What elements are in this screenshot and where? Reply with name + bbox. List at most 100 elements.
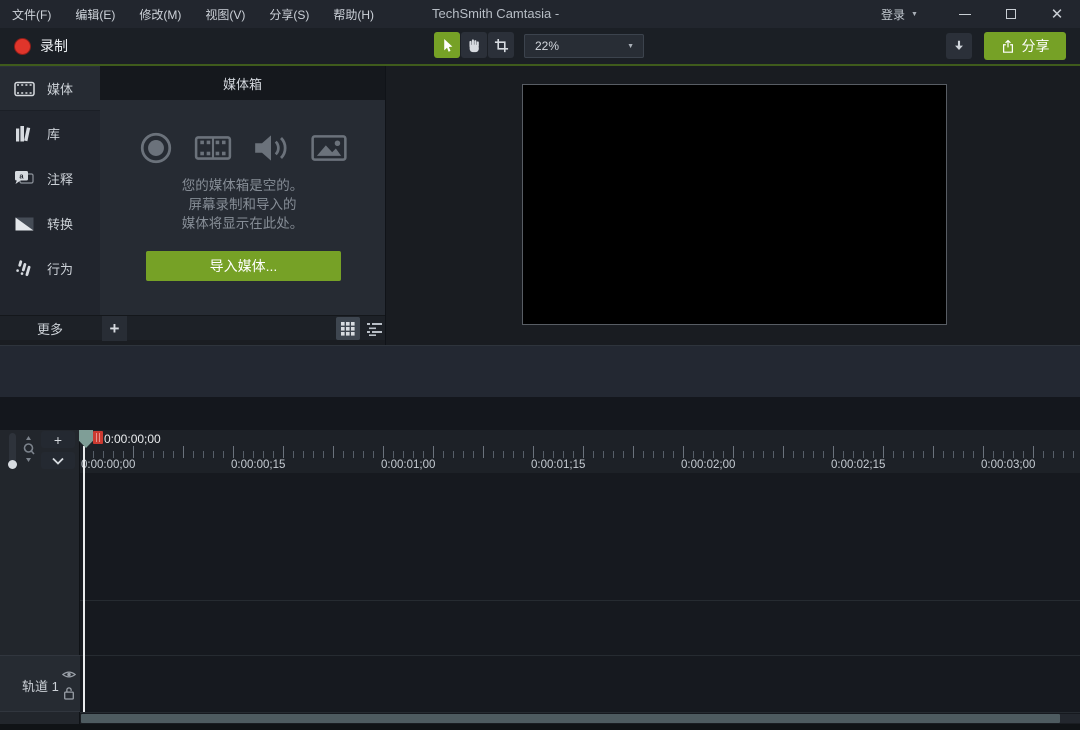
media-bin-panel: 媒体箱 您的媒体箱是空的。 屏幕录制和导入的 媒体将显示在此处。 导入媒体... <box>100 66 385 315</box>
timeline-scrollbar[interactable] <box>80 714 1080 724</box>
menu-item[interactable]: 帮助(H) <box>333 6 374 23</box>
menu-item[interactable]: 修改(M) <box>139 6 181 23</box>
sidebar-item-annotations[interactable]: a 注释 <box>0 156 100 201</box>
lock-icon[interactable] <box>63 686 75 700</box>
ruler-tick <box>393 451 394 458</box>
minimize-icon <box>959 13 971 15</box>
window-bottom-edge <box>0 724 1080 730</box>
ruler-tick <box>443 451 444 458</box>
timeline-gutter: + 轨道 1 <box>0 430 80 730</box>
ruler-tick <box>463 451 464 458</box>
ruler-tick <box>603 451 604 458</box>
ruler-tick <box>193 451 194 458</box>
media-bin-empty-message: 您的媒体箱是空的。 屏幕录制和导入的 媒体将显示在此处。 <box>100 176 385 233</box>
ruler-tick <box>253 451 254 458</box>
ruler-tick <box>293 451 294 458</box>
ruler-tick <box>783 446 784 458</box>
playhead-time-label: 0:00:00;00 <box>104 432 161 446</box>
playhead-out-handle[interactable] <box>93 431 103 444</box>
ruler-tick <box>303 451 304 458</box>
more-tools-button[interactable]: 更多 <box>0 316 100 341</box>
tools-sidebar: 媒体 库 a 注释 转换 行为 <box>0 66 100 340</box>
menu-item[interactable]: 文件(F) <box>12 6 51 23</box>
maximize-icon <box>1006 9 1016 19</box>
canvas-zoom-dropdown[interactable]: 22% ▼ <box>524 34 644 58</box>
maximize-button[interactable] <box>988 0 1034 28</box>
pan-tool-button[interactable] <box>461 32 487 58</box>
track-separator <box>80 655 1080 656</box>
track-header[interactable]: 轨道 1 <box>0 655 80 712</box>
sidebar-item-behaviors[interactable]: 行为 <box>0 246 100 291</box>
record-circle-icon <box>140 132 171 164</box>
signin-menu[interactable]: 登录 ▼ <box>881 0 918 28</box>
import-media-button[interactable]: 导入媒体... <box>146 251 341 281</box>
ruler-tick <box>343 451 344 458</box>
sidebar-item-library[interactable]: 库 <box>0 111 100 156</box>
track-separator <box>80 712 1080 713</box>
zoom-to-fit-icon[interactable] <box>21 435 36 467</box>
ruler-tick <box>833 446 834 458</box>
window-title: TechSmith Camtasia - <box>432 6 560 21</box>
sidebar-item-transitions[interactable]: 转换 <box>0 201 100 246</box>
film-frame-icon <box>13 81 35 97</box>
ruler-tick <box>753 451 754 458</box>
menu-item[interactable]: 编辑(E) <box>75 6 115 23</box>
grid-view-button[interactable] <box>336 317 360 340</box>
ruler-tick <box>653 451 654 458</box>
ruler-tick <box>683 446 684 458</box>
close-button[interactable]: ✕ <box>1034 0 1080 28</box>
record-button[interactable]: 录制 <box>8 28 74 64</box>
timeline-toolbar: ↶ ↷ ✂ − + <box>0 397 1080 430</box>
ruler-tick <box>873 451 874 458</box>
ruler-ticks <box>80 446 1080 458</box>
ruler-tick <box>163 451 164 458</box>
menu-item[interactable]: 分享(S) <box>269 6 309 23</box>
crop-tool-button[interactable] <box>488 32 514 58</box>
scrollbar-corner <box>1060 714 1080 723</box>
sidebar-item-label: 库 <box>47 127 61 142</box>
ruler-tick <box>983 446 984 458</box>
add-track-button[interactable]: + <box>41 431 75 448</box>
timeline-scrollbar-thumb[interactable] <box>81 714 1060 723</box>
ruler-tick <box>703 451 704 458</box>
share-button[interactable]: 分享 <box>984 32 1066 60</box>
eye-icon[interactable] <box>62 669 76 680</box>
video-preview[interactable] <box>522 84 947 325</box>
sidebar-item-media[interactable]: 媒体 <box>0 66 100 111</box>
ruler-tick <box>913 451 914 458</box>
ruler-tick <box>713 451 714 458</box>
ruler-tick <box>553 451 554 458</box>
menu-item[interactable]: 视图(V) <box>205 6 245 23</box>
playhead[interactable] <box>79 430 103 712</box>
ruler-tick <box>903 451 904 458</box>
share-label: 分享 <box>1021 38 1050 54</box>
list-view-button[interactable] <box>362 317 386 340</box>
chevron-down-icon <box>52 457 64 465</box>
menu-bar: 文件(F) 编辑(E) 修改(M) 视图(V) 分享(S) 帮助(H) <box>12 0 374 28</box>
download-button[interactable] <box>946 33 972 59</box>
minimize-button[interactable] <box>942 0 988 28</box>
ruler-tick <box>693 451 694 458</box>
ruler-time-label: 0:00:02;00 <box>681 459 736 471</box>
ruler-tick <box>323 451 324 458</box>
grid-view-icon <box>341 321 355 336</box>
ruler-tick <box>183 446 184 458</box>
select-tool-button[interactable] <box>434 32 460 58</box>
ruler-tick <box>633 446 634 458</box>
ruler-tick <box>1003 451 1004 458</box>
crop-icon <box>494 38 508 52</box>
ruler-tick <box>863 451 864 458</box>
track-height-slider-thumb[interactable] <box>8 460 17 469</box>
ruler-tick <box>573 451 574 458</box>
add-media-button[interactable]: + <box>102 316 127 341</box>
ruler-tick <box>173 451 174 458</box>
collapse-tracks-button[interactable] <box>41 452 75 469</box>
canvas-zoom-value: 22% <box>535 39 560 53</box>
timeline-ruler[interactable]: 0:00:00;00 0:00:00;15 0:00:01;00 0:00:01;15… <box>80 430 1080 473</box>
ruler-tick <box>1073 451 1074 458</box>
ruler-tick <box>423 451 424 458</box>
ruler-labels: 0:00:00;00 0:00:00;15 0:00:01;00 0:00:01;15… <box>80 459 1080 473</box>
ruler-tick <box>503 451 504 458</box>
ruler-time-label: 0:00:02;15 <box>831 459 886 471</box>
track-height-slider[interactable] <box>8 433 17 469</box>
